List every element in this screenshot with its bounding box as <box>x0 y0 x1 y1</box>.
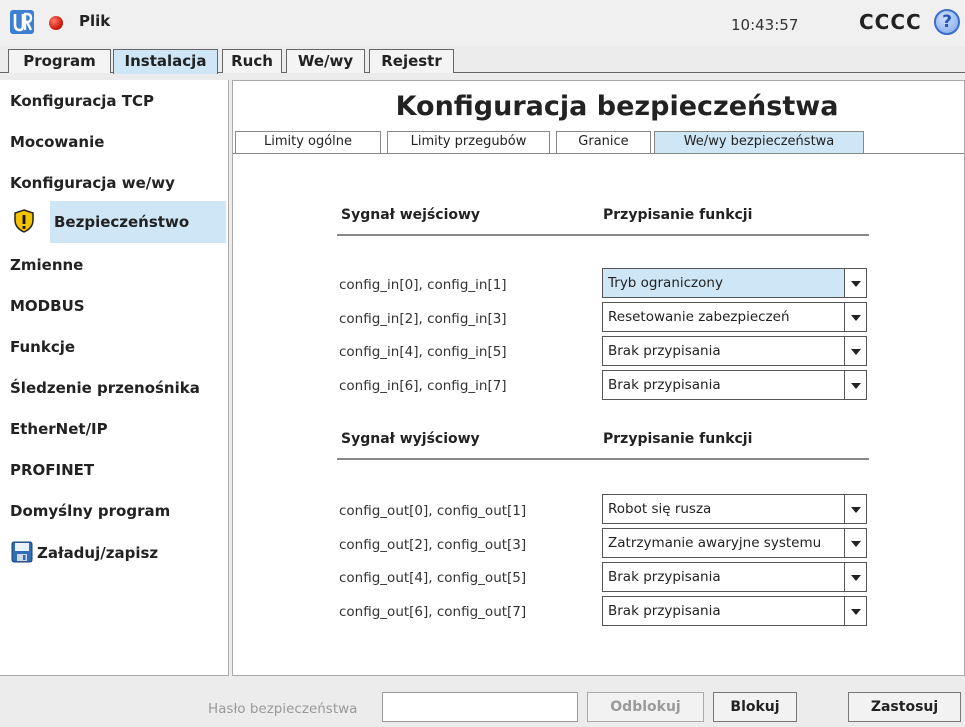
tab-boundaries[interactable]: Granice <box>556 131 651 153</box>
content-panel: Konfiguracja bezpieczeństwa Limity ogóln… <box>232 80 965 676</box>
dropdown-value: Brak przypisania <box>608 569 721 585</box>
sidebar-item-variables[interactable]: Zmienne <box>0 244 228 286</box>
tab-general-limits[interactable]: Limity ogólne <box>235 131 381 153</box>
sidebar-item-mounting[interactable]: Mocowanie <box>0 121 228 163</box>
dropdown-value: Zatrzymanie awaryjne systemu <box>608 535 822 551</box>
run-status-indicator-icon <box>49 16 63 30</box>
output-function-dropdown[interactable]: Brak przypisania <box>602 596 867 626</box>
dropdown-value: Brak przypisania <box>608 377 721 393</box>
input-function-dropdown[interactable]: Brak przypisania <box>602 370 867 400</box>
output-signal-label: config_out[6], config_out[7] <box>339 604 527 620</box>
input-signal-header: Sygnał wejściowy <box>341 207 481 223</box>
unlock-button[interactable]: Odblokuj <box>587 692 704 722</box>
tab-rejestr[interactable]: Rejestr <box>369 49 454 73</box>
chevron-down-icon[interactable] <box>844 371 866 399</box>
sidebar-item-modbus[interactable]: MODBUS <box>0 285 228 327</box>
lock-button[interactable]: Blokuj <box>713 692 797 722</box>
sidebar-item-ethernet-ip[interactable]: EtherNet/IP <box>0 408 228 450</box>
output-signal-label: config_out[2], config_out[3] <box>339 537 527 553</box>
sidebar-item-default-program[interactable]: Domyślny program <box>0 490 228 532</box>
main-tab-bar: Program Instalacja Ruch We/wy Rejestr <box>0 49 965 74</box>
input-function-dropdown[interactable]: Brak przypisania <box>602 336 867 366</box>
input-header-divider <box>337 234 869 236</box>
output-function-dropdown[interactable]: Zatrzymanie awaryjne systemu <box>602 528 867 558</box>
sidebar-item-profinet[interactable]: PROFINET <box>0 449 228 491</box>
input-function-dropdown[interactable]: Tryb ograniczony <box>602 268 867 298</box>
chevron-down-icon[interactable] <box>844 563 866 591</box>
dropdown-value: Tryb ograniczony <box>608 275 723 291</box>
tab-program[interactable]: Program <box>8 49 111 73</box>
top-bar: Plik 10:43:57 CCCC ? <box>0 0 965 46</box>
sidebar-item-tcp-configuration[interactable]: Konfiguracja TCP <box>0 80 228 122</box>
clock: 10:43:57 <box>731 16 799 34</box>
sidebar-item-features[interactable]: Funkcje <box>0 326 228 368</box>
chevron-down-icon[interactable] <box>844 269 866 297</box>
tab-we-wy[interactable]: We/wy <box>286 49 365 73</box>
chevron-down-icon[interactable] <box>844 495 866 523</box>
input-signal-label: config_in[4], config_in[5] <box>339 344 507 360</box>
input-function-dropdown[interactable]: Resetowanie zabezpieczeń <box>602 302 867 332</box>
input-function-header: Przypisanie funkcji <box>603 207 753 223</box>
dropdown-value: Brak przypisania <box>608 603 721 619</box>
sidebar-item-security[interactable]: Bezpieczeństwo <box>50 201 226 243</box>
chevron-down-icon[interactable] <box>844 337 866 365</box>
chevron-down-icon[interactable] <box>844 303 866 331</box>
output-function-header: Przypisanie funkcji <box>603 431 753 447</box>
dropdown-value: Robot się rusza <box>608 501 712 517</box>
tab-joint-limits[interactable]: Limity przegubów <box>387 131 550 153</box>
tab-instalacja[interactable]: Instalacja <box>113 49 218 74</box>
output-signal-header: Sygnał wyjściowy <box>341 431 480 447</box>
sidebar-item-conveyor-tracking[interactable]: Śledzenie przenośnika <box>0 367 228 409</box>
output-header-divider <box>337 458 869 460</box>
installation-sidebar: Konfiguracja TCP Mocowanie Konfiguracja … <box>0 80 229 676</box>
tab-ruch[interactable]: Ruch <box>222 49 282 73</box>
safety-password-label: Hasło bezpieczeństwa <box>208 701 358 717</box>
chevron-down-icon[interactable] <box>844 529 866 557</box>
footer-bar: Hasło bezpieczeństwa Odblokuj Blokuj Zas… <box>0 684 965 727</box>
output-signal-label: config_out[0], config_out[1] <box>339 503 527 519</box>
page-title: Konfiguracja bezpieczeństwa <box>395 91 839 122</box>
robot-name: CCCC <box>859 10 922 34</box>
chevron-down-icon[interactable] <box>844 597 866 625</box>
help-button[interactable]: ? <box>934 9 960 35</box>
safety-sub-tab-bar: Limity ogólne Limity przegubów Granice W… <box>233 131 965 154</box>
output-function-dropdown[interactable]: Robot się rusza <box>602 494 867 524</box>
dropdown-value: Resetowanie zabezpieczeń <box>608 309 790 325</box>
input-signal-label: config_in[0], config_in[1] <box>339 277 507 293</box>
tab-safety-io[interactable]: We/wy bezpieczeństwa <box>654 131 864 154</box>
file-menu[interactable]: Plik <box>79 12 110 30</box>
input-signal-label: config_in[2], config_in[3] <box>339 311 507 327</box>
dropdown-value: Brak przypisania <box>608 343 721 359</box>
ur-logo-icon <box>10 10 34 34</box>
output-signal-label: config_out[4], config_out[5] <box>339 570 527 586</box>
sidebar-item-load-save[interactable]: Załaduj/zapisz <box>0 532 228 574</box>
output-function-dropdown[interactable]: Brak przypisania <box>602 562 867 592</box>
sidebar-item-io-configuration[interactable]: Konfiguracja we/wy <box>0 162 228 204</box>
apply-button[interactable]: Zastosuj <box>848 692 961 722</box>
safety-io-panel: Sygnał wejściowy Przypisanie funkcji con… <box>233 153 964 675</box>
input-signal-label: config_in[6], config_in[7] <box>339 378 507 394</box>
warning-shield-icon <box>14 209 34 233</box>
safety-password-input[interactable] <box>382 692 578 722</box>
